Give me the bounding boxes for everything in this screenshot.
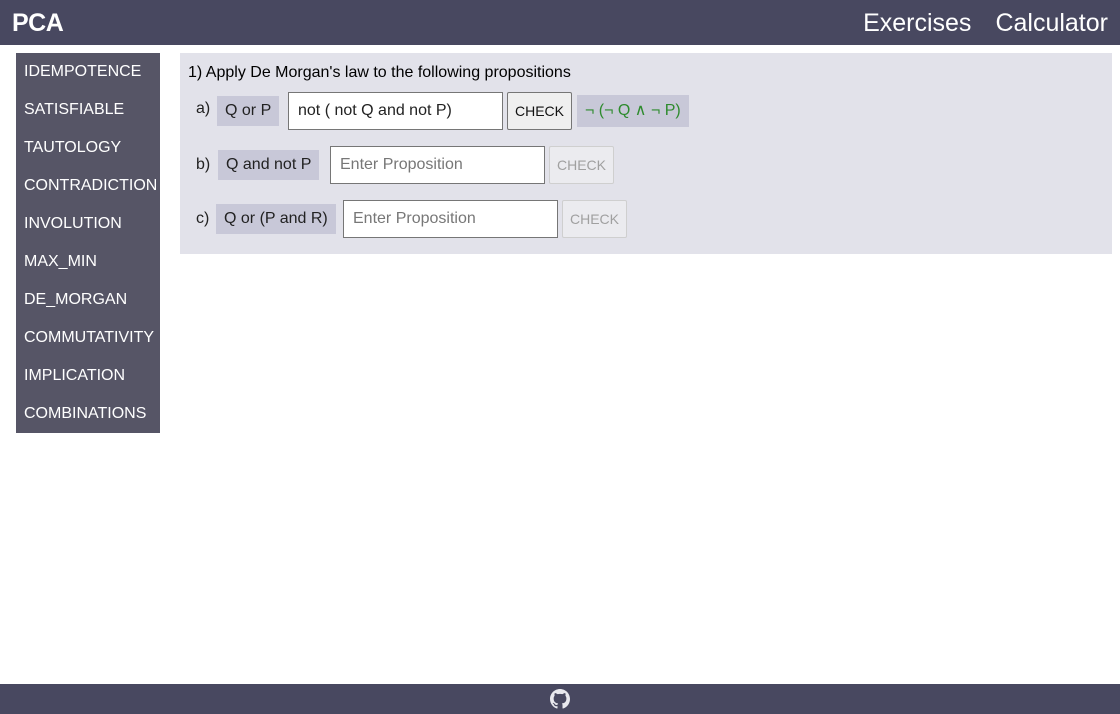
sidebar-item-combinations[interactable]: COMBINATIONS [16, 395, 160, 433]
nav-exercises-link[interactable]: Exercises [863, 8, 971, 38]
proposition-chip: Q or (P and R) [216, 204, 336, 234]
row-label: b) [196, 156, 211, 173]
check-button-b[interactable]: CHECK [549, 146, 615, 184]
top-navbar: PCA Exercises Calculator [0, 0, 1120, 45]
row-label: a) [196, 100, 211, 117]
sidebar-item-idempotence[interactable]: IDEMPOTENCE [16, 53, 160, 91]
sidebar-item-involution[interactable]: INVOLUTION [16, 205, 160, 243]
proposition-input-a[interactable] [288, 92, 503, 130]
sidebar-item-satisfiable[interactable]: SATISFIABLE [16, 91, 160, 129]
nav-calculator-link[interactable]: Calculator [995, 8, 1108, 38]
sidebar-item-contradiction[interactable]: CONTRADICTION [16, 167, 160, 205]
sidebar-item-commutativity[interactable]: COMMUTATIVITY [16, 319, 160, 357]
sidebar-item-implication[interactable]: IMPLICATION [16, 357, 160, 395]
sidebar-item-tautology[interactable]: TAUTOLOGY [16, 129, 160, 167]
result-chip-a: ¬ (¬ Q ∧ ¬ P) [577, 95, 689, 127]
app-brand[interactable]: PCA [12, 8, 64, 38]
proposition-input-b[interactable] [330, 146, 545, 184]
github-icon[interactable] [550, 689, 570, 709]
exercise-panel: 1) Apply De Morgan's law to the followin… [180, 53, 1112, 254]
sidebar-item-de-morgan[interactable]: DE_MORGAN [16, 281, 160, 319]
top-nav: Exercises Calculator [863, 8, 1108, 38]
footer [0, 684, 1120, 714]
check-button-a[interactable]: CHECK [507, 92, 573, 130]
sidebar-item-max-min[interactable]: MAX_MIN [16, 243, 160, 281]
proposition-chip: Q or P [217, 96, 280, 126]
row-label: c) [196, 210, 210, 227]
proposition-input-c[interactable] [343, 200, 558, 238]
proposition-chip: Q and not P [218, 150, 320, 180]
check-button-c[interactable]: CHECK [562, 200, 628, 238]
sidebar: IDEMPOTENCE SATISFIABLE TAUTOLOGY CONTRA… [16, 53, 160, 433]
exercise-title: 1) Apply De Morgan's law to the followin… [188, 64, 571, 81]
